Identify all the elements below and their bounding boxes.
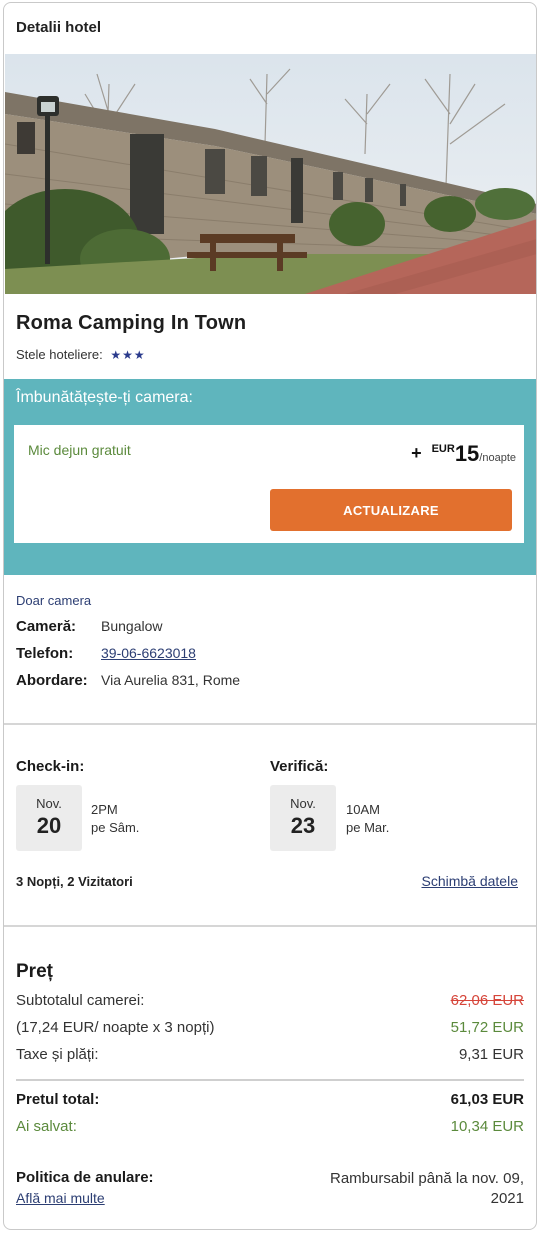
checkin-weekday: pe Sâm. [91, 820, 140, 835]
checkout-weekday: pe Mar. [346, 820, 390, 835]
saved-label: Ai salvat: [16, 1118, 77, 1135]
star-rating-icon: ★★★ [110, 348, 146, 362]
hotel-photo [5, 54, 536, 294]
upgrade-button[interactable]: ACTUALIZARE [270, 489, 512, 531]
address-value: Via Aurelia 831, Rome [101, 672, 241, 688]
subtotal-label: Subtotalul camerei: [16, 992, 145, 1009]
divider [4, 723, 536, 725]
room-type: Doar camera [16, 593, 92, 608]
change-dates-link[interactable]: Schimbă datele [421, 873, 518, 889]
card-title: Detalii hotel [16, 19, 102, 36]
hotel-details-card: Detalii hotel Roma Camping In Town Stele… [3, 2, 537, 1230]
taxes-label: Taxe și plăți: [16, 1046, 99, 1063]
hotel-name: Roma Camping In Town [16, 312, 247, 334]
camera-value: Bungalow [101, 618, 163, 634]
offer-amount: 15 [454, 441, 480, 466]
checkout-day: 23 [290, 813, 316, 838]
checkin-time-block: 2PM pe Sâm. [91, 801, 139, 837]
hotel-photo-image [5, 54, 536, 294]
checkout-time-block: 10AM pe Mar. [346, 801, 389, 837]
checkin-time: 2PM [91, 802, 118, 817]
stay-summary: 3 Nopți, 2 Vizitatori [16, 874, 133, 889]
saved-value: 10,34 EUR [450, 1118, 524, 1135]
checkout-month: Nov. [290, 796, 316, 811]
offer-currency: EUR [431, 443, 455, 455]
checkin-month: Nov. [36, 796, 62, 811]
address-label: Abordare: [16, 672, 88, 689]
checkin-day: 20 [36, 813, 62, 838]
nightly-value: 51,72 EUR [450, 1019, 524, 1036]
divider [16, 1079, 524, 1081]
checkout-time: 10AM [346, 802, 380, 817]
offer-per-night: /noapte [479, 452, 516, 464]
upgrade-room-panel: Îmbunătățește-ți camera: Mic dejun gratu… [4, 379, 536, 575]
upgrade-title: Îmbunătățește-ți camera: [16, 389, 193, 406]
hotel-stars-row: Stele hoteliere: ★★★ [16, 347, 146, 362]
upgrade-offer-box: Mic dejun gratuit + EUR15/noapte ACTUALIZ… [14, 425, 524, 543]
total-label: Pretul total: [16, 1091, 100, 1108]
cancellation-policy-title: Politica de anulare: [16, 1169, 154, 1186]
checkin-date-box: Nov. 20 [16, 785, 82, 851]
plus-icon: + [411, 443, 422, 463]
checkin-label: Check-in: [16, 758, 85, 775]
price-title: Preț [16, 961, 53, 982]
checkout-label: Verifică: [270, 758, 329, 775]
camera-label: Cameră: [16, 618, 77, 635]
learn-more-link[interactable]: Află mai multe [16, 1190, 105, 1206]
phone-link[interactable]: 39-06-6623018 [101, 645, 196, 661]
taxes-value: 9,31 EUR [458, 1046, 524, 1063]
subtotal-original-price: 62,06 EUR [450, 992, 524, 1009]
nightly-label: (17,24 EUR/ noapte x 3 nopți) [16, 1019, 215, 1036]
cancellation-policy-value: Rambursabil până la nov. 09, 2021 [329, 1170, 524, 1207]
divider [4, 925, 536, 927]
offer-price: + EUR15/noapte [411, 441, 516, 467]
stars-label: Stele hoteliere: [16, 347, 103, 362]
checkout-date-box: Nov. 23 [270, 785, 336, 851]
phone-label: Telefon: [16, 645, 74, 662]
total-value: 61,03 EUR [450, 1091, 524, 1108]
offer-name: Mic dejun gratuit [28, 442, 131, 458]
